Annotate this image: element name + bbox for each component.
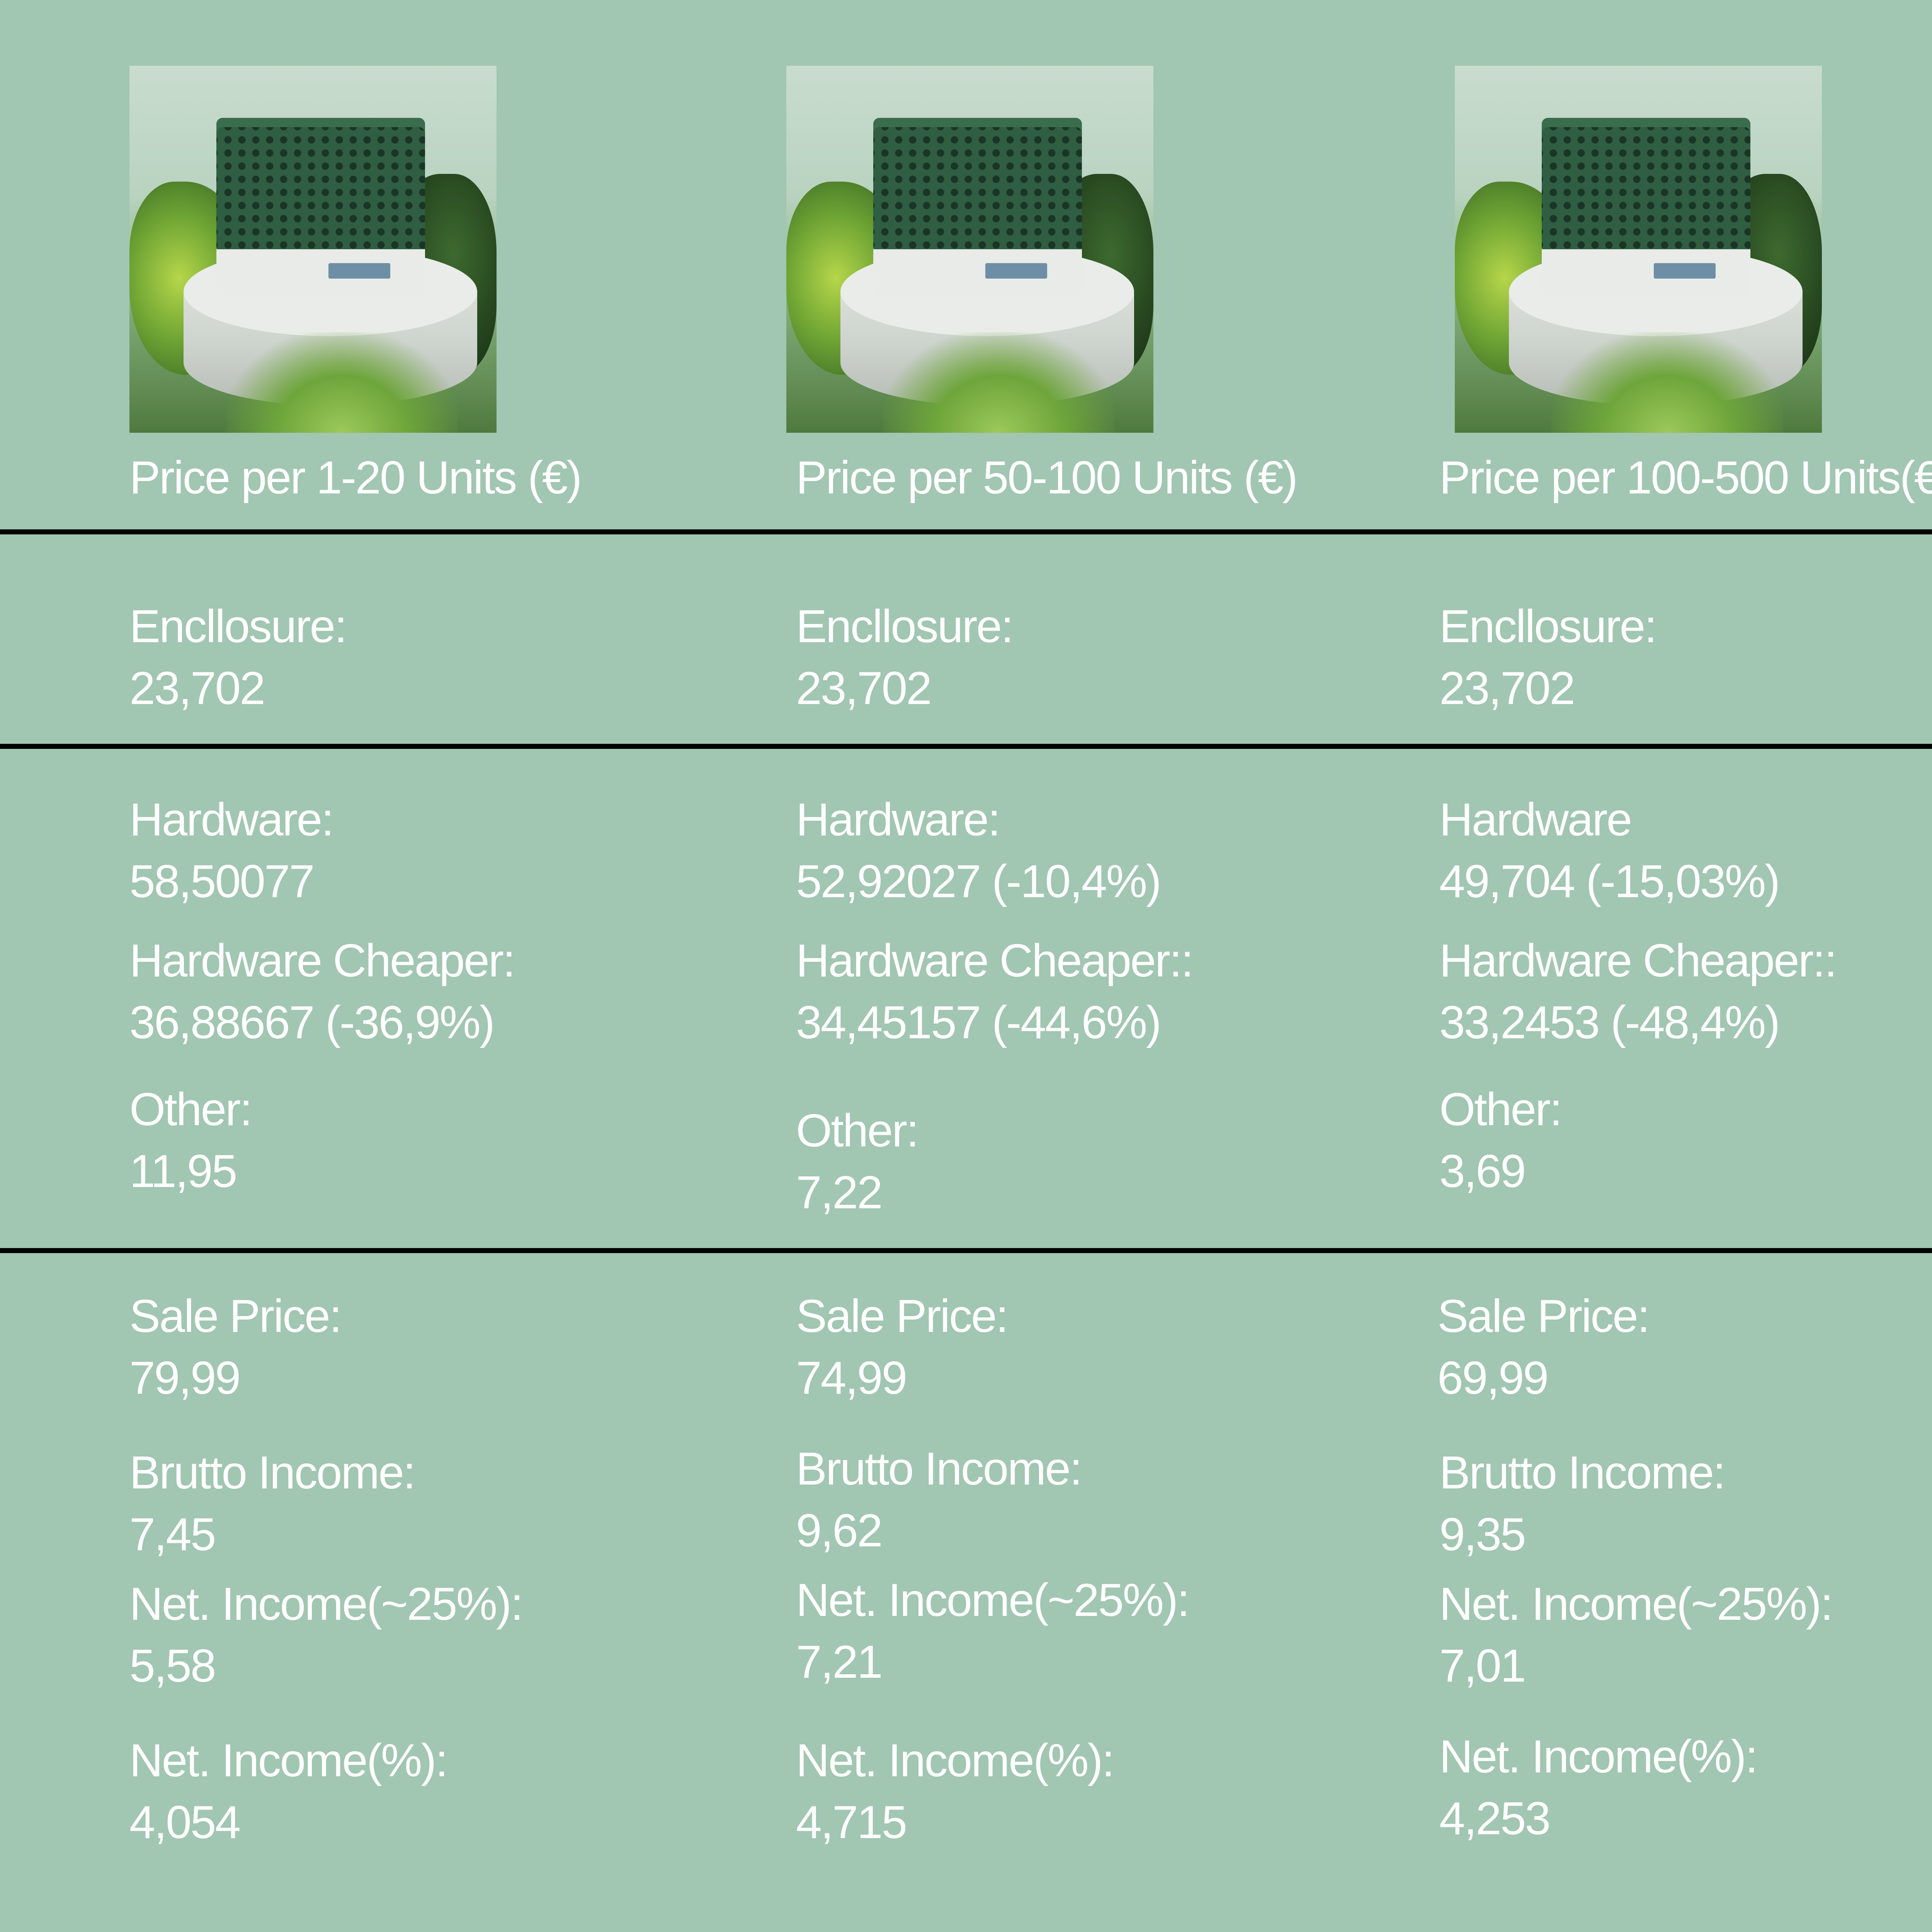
net-income-value: 7,21 [796,1636,883,1688]
net-income-percent-value: 4,253 [1439,1793,1551,1844]
device-control-panel [985,263,1047,279]
device-grille [216,118,425,249]
device-base [216,249,425,296]
other-value: 3,69 [1439,1145,1526,1197]
device-base [873,249,1082,296]
pricing-column-50-100: Price per 50-100 Units (€) Encllosure: 2… [786,0,1298,1932]
brutto-income-value: 9,62 [796,1505,883,1556]
other-label: Other: [796,1105,919,1156]
net-income-percent-label: Net. Income(%): [1439,1731,1758,1782]
net-income-label: Net. Income(~25%): [1439,1578,1833,1630]
other-value: 11,95 [129,1145,237,1197]
hardware-value: 52,92027 (-10,4%) [796,855,1162,907]
sale-price-label: Sale Price: [796,1290,1009,1342]
column-header: Price per 100-500 Units(€) [1439,452,1932,503]
pricing-column-1-20: Price per 1-20 Units (€) Encllosure: 23,… [129,0,632,1932]
column-header: Price per 50-100 Units (€) [796,452,1298,503]
device-grille [873,118,1082,249]
net-income-percent-value: 4,054 [129,1796,241,1848]
hardware-label: Hardware [1439,794,1632,845]
brutto-income-value: 9,35 [1439,1509,1526,1560]
enclosure-label: Encllosure: [796,600,1014,652]
device [216,118,425,357]
device-grille [1542,118,1750,249]
device [873,118,1082,357]
other-label: Other: [1439,1083,1562,1135]
enclosure-label: Encllosure: [129,600,347,652]
hardware-cheaper-label: Hardware Cheaper: [129,935,515,986]
hardware-cheaper-value: 36,88667 (-36,9%) [129,997,495,1048]
net-income-label: Net. Income(~25%): [796,1574,1190,1626]
sale-price-label: Sale Price: [1437,1290,1650,1342]
device-control-panel [1654,263,1716,279]
enclosure-value: 23,702 [796,662,932,714]
enclosure-label: Encllosure: [1439,600,1657,652]
hardware-cheaper-value: 33,2453 (-48,4%) [1439,997,1780,1048]
brutto-income-value: 7,45 [129,1509,216,1560]
brutto-income-label: Brutto Income: [796,1443,1082,1495]
net-income-percent-label: Net. Income(%): [129,1735,448,1786]
brutto-income-label: Brutto Income: [129,1447,416,1498]
net-income-percent-value: 4,715 [796,1796,907,1848]
hardware-cheaper-value: 34,45157 (-44,6%) [796,997,1162,1048]
sale-price-value: 74,99 [796,1352,907,1404]
sale-price-value: 79,99 [129,1352,241,1404]
brutto-income-label: Brutto Income: [1439,1447,1726,1498]
enclosure-value: 23,702 [1439,662,1575,714]
fern-decoration [226,332,458,433]
net-income-value: 5,58 [129,1640,216,1692]
net-income-label: Net. Income(~25%): [129,1578,523,1630]
fern-decoration [883,332,1115,433]
other-label: Other: [129,1083,252,1135]
hardware-value: 58,50077 [129,855,315,907]
product-image [786,66,1153,433]
hardware-label: Hardware: [796,794,1001,845]
net-income-percent-label: Net. Income(%): [796,1735,1115,1786]
other-value: 7,22 [796,1167,883,1218]
hardware-cheaper-label: Hardware Cheaper:: [796,935,1194,986]
product-image [129,66,497,433]
sale-price-label: Sale Price: [129,1290,342,1342]
sale-price-value: 69,99 [1437,1352,1549,1404]
fern-decoration [1551,332,1783,433]
device [1542,118,1750,357]
hardware-value: 49,704 (-15,03%) [1439,855,1780,907]
net-income-value: 7,01 [1439,1640,1526,1692]
hardware-label: Hardware: [129,794,334,845]
pricing-column-100-500: Price per 100-500 Units(€) Encllosure: 2… [1437,0,1932,1932]
product-image [1455,66,1822,433]
column-header: Price per 1-20 Units (€) [129,452,582,503]
hardware-cheaper-label: Hardware Cheaper:: [1439,935,1837,986]
device-base [1542,249,1750,296]
device-control-panel [328,263,390,279]
enclosure-value: 23,702 [129,662,265,714]
